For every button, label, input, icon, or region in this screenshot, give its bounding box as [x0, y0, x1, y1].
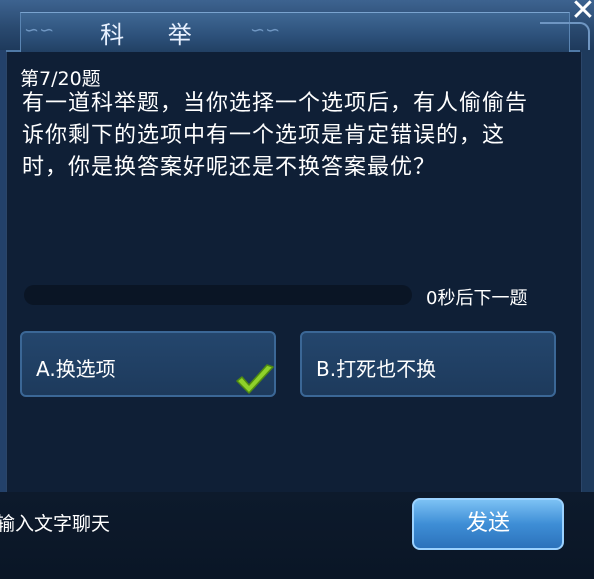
title-bar: ∽∽ 科 举 ∽∽ ✕	[0, 0, 594, 53]
cloud-ornament-icon: ∽∽	[24, 20, 55, 41]
option-a-button[interactable]: A.换选项	[20, 331, 276, 397]
option-a-label: A.换选项	[36, 357, 116, 381]
option-b-label: B.打死也不换	[316, 357, 437, 381]
close-icon[interactable]: ✕	[568, 0, 594, 26]
check-icon	[236, 364, 274, 394]
countdown-label: 0秒后下一题	[426, 288, 528, 309]
cloud-ornament-icon: ∽∽	[250, 20, 281, 41]
send-button[interactable]: 发送	[412, 498, 564, 550]
countdown-progress-bar	[24, 285, 412, 305]
question-text: 有一道科举题，当你选择一个选项后，有人偷偷告诉你剩下的选项中有一个选项是肯定错误…	[22, 91, 529, 180]
window-title: 科 举	[100, 21, 210, 49]
chat-input[interactable]: 输入文字聊天	[0, 504, 396, 544]
frame-right	[580, 50, 594, 492]
option-b-button[interactable]: B.打死也不换	[300, 331, 556, 397]
question-number: 第7/20题	[20, 68, 101, 90]
quiz-window: ∽∽ 科 举 ∽∽ ✕ 第7/20题 有一道科举题，当你选择一个选项后，有人偷偷…	[0, 0, 594, 579]
